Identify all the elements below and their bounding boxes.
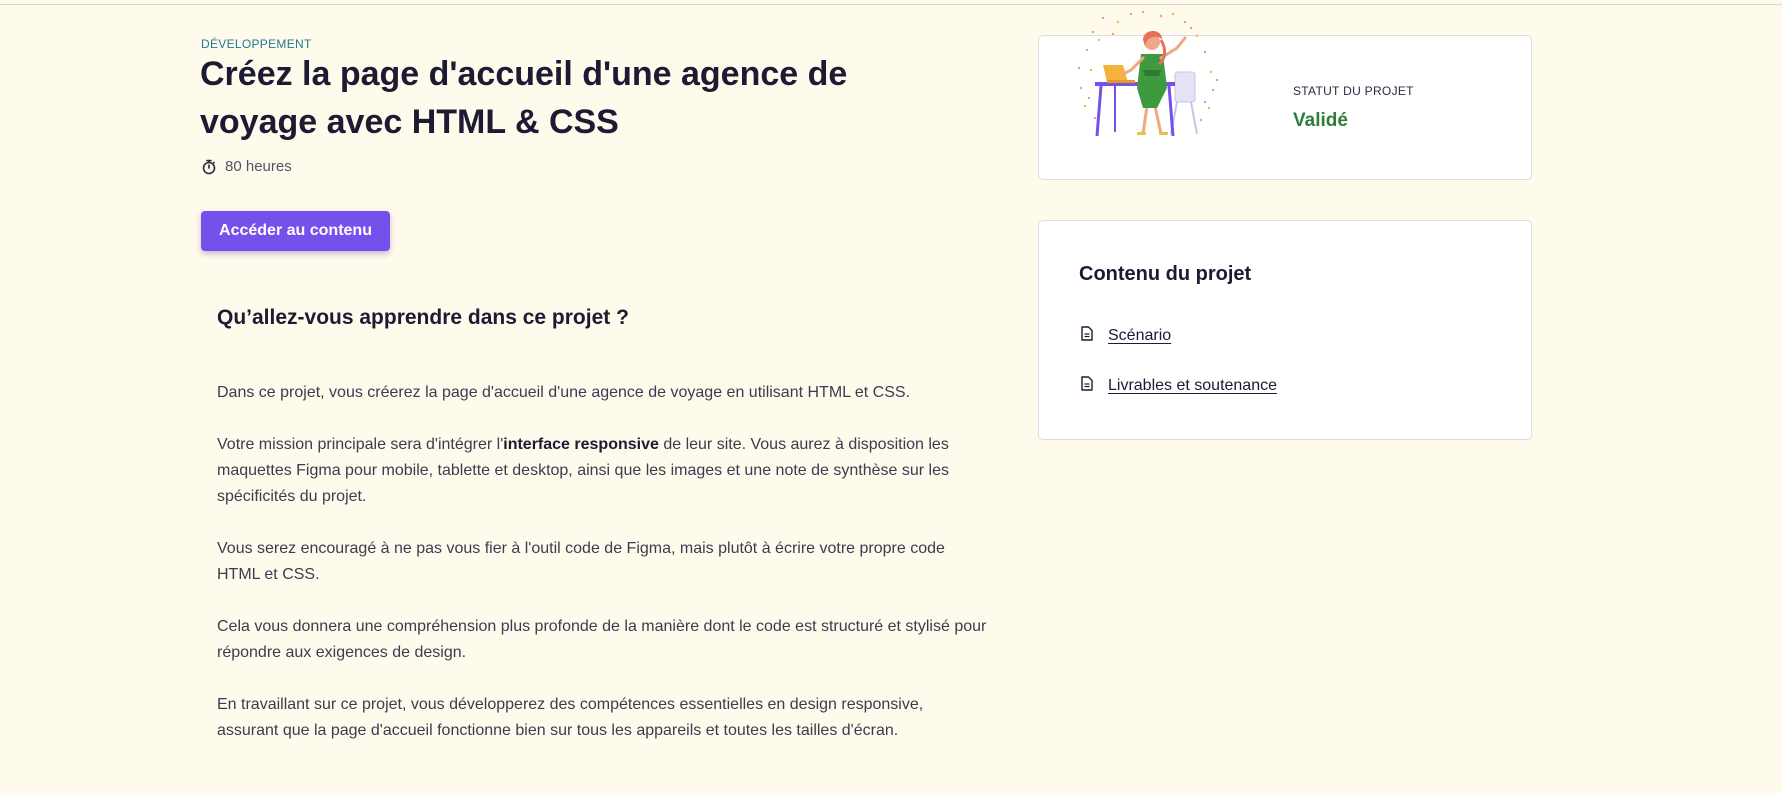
learn-heading: Qu’allez-vous apprendre dans ce projet ? <box>217 306 629 329</box>
description-paragraph: Votre mission principale sera d'intégrer… <box>217 432 987 510</box>
content-link-scenario[interactable]: Scénario <box>1080 326 1171 346</box>
page-title: Créez la page d'accueil d'une agence de … <box>200 55 848 141</box>
description-paragraph: Dans ce projet, vous créerez la page d'a… <box>217 384 911 401</box>
project-duration: 80 heures <box>201 158 292 175</box>
description-paragraph: En travaillant sur ce projet, vous dével… <box>217 696 924 739</box>
project-description: Dans ce projet, vous créerez la page d'a… <box>217 380 987 770</box>
access-content-button[interactable]: Accéder au contenu <box>201 211 390 251</box>
description-paragraph: Vous serez encouragé à ne pas vous fier … <box>217 540 945 583</box>
content-link-deliverables[interactable]: Livrables et soutenance <box>1080 376 1277 396</box>
stopwatch-icon <box>201 159 217 175</box>
description-emphasis: interface responsive <box>503 436 659 453</box>
description-text: Votre mission principale sera d'intégrer… <box>217 436 504 453</box>
duration-text: 80 heures <box>225 158 292 175</box>
header-divider <box>0 4 1782 5</box>
document-icon <box>1080 376 1094 396</box>
content-link-label[interactable]: Livrables et soutenance <box>1108 377 1277 395</box>
content-title: Contenu du projet <box>1079 263 1252 285</box>
status-value: Validé <box>1293 110 1348 131</box>
status-label: Statut du projet <box>1293 84 1414 98</box>
document-icon <box>1080 326 1094 346</box>
content-link-label[interactable]: Scénario <box>1108 327 1171 345</box>
description-paragraph: Cela vous donnera une compréhension plus… <box>217 618 987 661</box>
person-at-desk-illustration <box>1073 10 1223 140</box>
project-category: Développement <box>201 37 312 51</box>
